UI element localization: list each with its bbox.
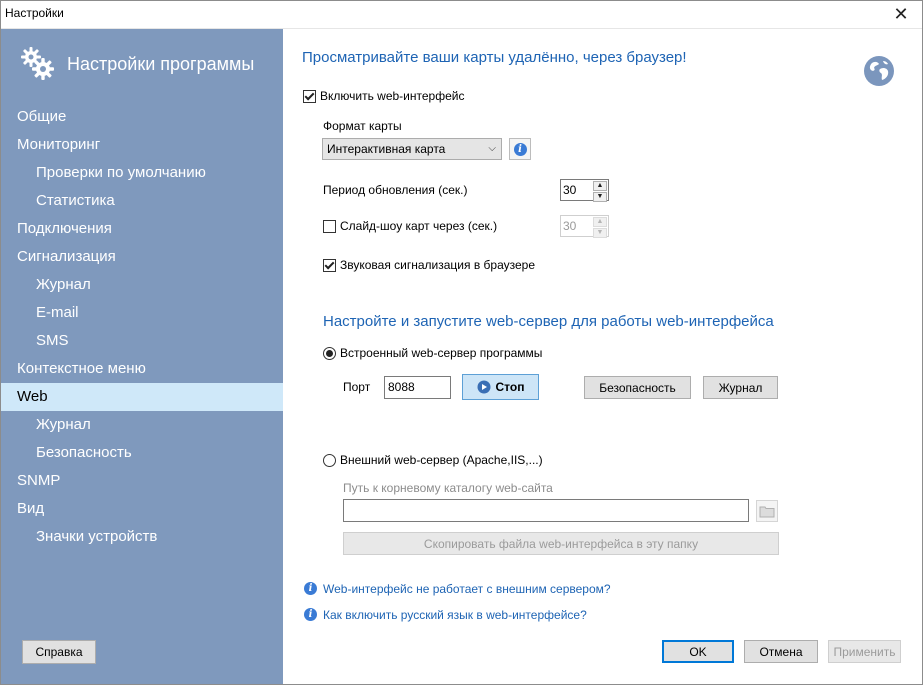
sidebar-item-general[interactable]: Общие (1, 103, 283, 131)
info-icon: i (304, 582, 317, 595)
port-input[interactable]: 8088 (384, 376, 451, 399)
refresh-period-label: Период обновления (сек.) (323, 183, 468, 197)
play-icon (477, 380, 491, 394)
stepper-down-icon[interactable]: ▼ (593, 192, 607, 202)
sidebar-item-device-icons[interactable]: Значки устройств (1, 523, 283, 551)
stepper-up-icon[interactable]: ▲ (593, 181, 607, 191)
server-heading: Настройте и запустите web-сервер для раб… (323, 313, 774, 330)
external-server-radio[interactable] (323, 454, 336, 467)
stepper-arrows: ▲ ▼ (593, 217, 607, 238)
stepper-arrows[interactable]: ▲ ▼ (593, 181, 607, 202)
sidebar-item-context-menu[interactable]: Контекстное меню (1, 355, 283, 383)
slideshow-stepper: 30 ▲ ▼ (560, 215, 609, 238)
cancel-button[interactable]: Отмена (744, 640, 818, 663)
enable-web-label: Включить web-интерфейс (320, 89, 465, 103)
sidebar-item-alarms[interactable]: Сигнализация (1, 243, 283, 271)
info-icon: i (513, 142, 527, 156)
refresh-period-stepper[interactable]: 30 ▲ ▼ (560, 179, 609, 202)
close-icon[interactable]: ✕ (879, 0, 923, 28)
builtin-server-label: Встроенный web-сервер программы (340, 346, 543, 360)
page-heading: Просматривайте ваши карты удалённо, чере… (302, 49, 687, 66)
info-icon: i (304, 608, 317, 621)
slideshow-value: 30 (563, 219, 577, 233)
sidebar-title: Настройки программы (67, 54, 255, 74)
globe-icon (864, 56, 894, 86)
gear-icon (21, 47, 54, 80)
sidebar-item-statistics[interactable]: Статистика (1, 187, 283, 215)
map-format-select[interactable]: Интерактивная карта ⌵ (322, 138, 502, 160)
help-link-external-server[interactable]: Web-интерфейс не работает с внешним серв… (323, 582, 611, 596)
help-link-russian-language[interactable]: Как включить русский язык в web-интерфей… (323, 608, 587, 622)
sidebar-item-web-security[interactable]: Безопасность (1, 439, 283, 467)
sidebar-item-connections[interactable]: Подключения (1, 215, 283, 243)
sidebar-item-default-checks[interactable]: Проверки по умолчанию (1, 159, 283, 187)
sidebar-item-email[interactable]: E-mail (1, 299, 283, 327)
port-label: Порт (343, 380, 371, 394)
external-server-label: Внешний web-сервер (Apache,IIS,...) (340, 453, 543, 467)
slideshow-label: Слайд-шоу карт через (сек.) (340, 219, 498, 233)
sidebar-header: Настройки программы (19, 45, 279, 85)
sidebar-nav: Общие Мониторинг Проверки по умолчанию С… (1, 103, 283, 551)
stepper-up-icon: ▲ (593, 217, 607, 227)
sidebar: Настройки программы Общие Мониторинг Про… (1, 29, 283, 684)
sidebar-item-snmp[interactable]: SNMP (1, 467, 283, 495)
builtin-server-radio[interactable] (323, 347, 336, 360)
folder-icon (759, 506, 775, 517)
title-bar: Настройки ✕ (0, 0, 923, 29)
root-path-label: Путь к корневому каталогу web-сайта (343, 481, 553, 495)
sound-alarm-label: Звуковая сигнализация в браузере (340, 258, 536, 272)
stop-label: Стоп (495, 380, 525, 394)
map-format-value: Интерактивная карта (327, 142, 446, 156)
ok-button[interactable]: OK (662, 640, 734, 663)
sidebar-item-sms[interactable]: SMS (1, 327, 283, 355)
sidebar-item-monitoring[interactable]: Мониторинг (1, 131, 283, 159)
enable-web-checkbox[interactable] (303, 90, 316, 103)
root-path-input[interactable] (343, 499, 749, 522)
window-title: Настройки (5, 6, 64, 20)
sidebar-item-view[interactable]: Вид (1, 495, 283, 523)
stop-button[interactable]: Стоп (462, 374, 539, 400)
refresh-period-value: 30 (563, 183, 577, 197)
slideshow-checkbox[interactable] (323, 220, 336, 233)
journal-button[interactable]: Журнал (703, 376, 778, 399)
sound-alarm-checkbox[interactable] (323, 259, 336, 272)
security-button[interactable]: Безопасность (584, 376, 691, 399)
sidebar-item-web-log[interactable]: Журнал (1, 411, 283, 439)
chevron-down-icon: ⌵ (488, 143, 496, 154)
main-panel: Просматривайте ваши карты удалённо, чере… (283, 29, 923, 685)
stepper-down-icon: ▼ (593, 228, 607, 238)
sidebar-item-web[interactable]: Web (1, 383, 283, 411)
help-button[interactable]: Справка (22, 640, 96, 664)
copy-files-button: Скопировать файла web-интерфейса в эту п… (343, 532, 779, 555)
browse-folder-button (756, 500, 778, 522)
sidebar-item-alarm-log[interactable]: Журнал (1, 271, 283, 299)
apply-button: Применить (828, 640, 901, 663)
map-format-info-button[interactable]: i (509, 138, 531, 160)
map-format-label: Формат карты (323, 119, 402, 133)
